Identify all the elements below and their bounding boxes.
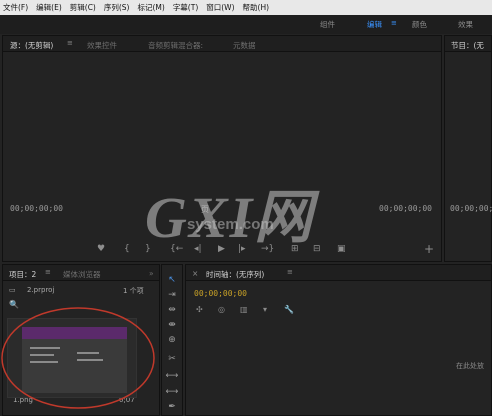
track-select-tool-icon[interactable]: ⇥: [165, 289, 179, 302]
rolling-edit-tool-icon[interactable]: ⇼: [165, 319, 179, 332]
add-marker-icon[interactable]: ▥: [240, 305, 248, 314]
project-file-name: 2.prproj: [27, 286, 55, 294]
workspace-menu-icon[interactable]: ≡: [391, 19, 397, 27]
menu-clip[interactable]: 剪辑(C): [70, 2, 96, 13]
mark-in-icon[interactable]: {: [124, 244, 130, 254]
folder-icon: ▭: [9, 286, 16, 294]
go-to-out-icon[interactable]: →}: [261, 244, 274, 254]
workspace-tab-effects[interactable]: 效果: [458, 19, 473, 30]
menu-marker[interactable]: 标记(M): [137, 2, 164, 13]
tab-media-browser[interactable]: 媒体浏览器: [63, 269, 101, 280]
timeline-panel-header: × 时间轴：(无序列) ≡: [186, 265, 491, 281]
ripple-edit-tool-icon[interactable]: ⇹: [165, 304, 179, 317]
mark-out-icon[interactable]: }: [145, 244, 151, 254]
timeline-panel: × 时间轴：(无序列) ≡ 00;00;00;00 ✣ ◎ ▥ ▾ 🔧 在此处放: [185, 264, 492, 416]
workspace-tab-assembly[interactable]: 组件: [320, 19, 335, 30]
watermark-logo: GXI网 system.com: [145, 170, 320, 250]
source-panel-menu-icon[interactable]: ≡: [67, 39, 73, 47]
program-timecode[interactable]: 00;00;00;00: [450, 204, 492, 213]
snap-icon[interactable]: ✣: [196, 305, 203, 314]
slide-tool-icon[interactable]: ⟷: [165, 386, 179, 399]
go-to-in-icon[interactable]: {←: [170, 244, 183, 254]
project-panel-menu-icon[interactable]: ≡: [45, 268, 51, 276]
wrench-icon[interactable]: 🔧: [284, 305, 294, 314]
timeline-close-icon[interactable]: ×: [192, 269, 198, 278]
source-duration: 00;00;00;00: [379, 204, 432, 213]
program-panel-header: 节目：(无: [445, 36, 491, 52]
tab-source[interactable]: 源：(无剪辑): [10, 40, 53, 51]
slip-tool-icon[interactable]: ⟷: [165, 370, 179, 383]
add-marker-icon[interactable]: ♥: [97, 244, 105, 254]
marker-icon[interactable]: ▾: [263, 305, 267, 314]
menu-title[interactable]: 字幕(T): [173, 2, 198, 13]
source-timecode[interactable]: 00;00;00;00: [10, 204, 63, 213]
menu-edit[interactable]: 编辑(E): [36, 2, 62, 13]
menu-help[interactable]: 帮助(H): [243, 2, 270, 13]
program-monitor-panel: 节目：(无 00;00;00;00: [444, 35, 492, 262]
razor-tool-icon[interactable]: ✂: [165, 353, 179, 366]
menu-file[interactable]: 文件(F): [3, 2, 28, 13]
workspace-tab-editing[interactable]: 编辑: [367, 19, 382, 30]
insert-icon[interactable]: ⊞: [291, 244, 299, 254]
step-forward-icon[interactable]: |▸: [238, 244, 246, 254]
watermark-small-text: system.com: [187, 216, 274, 233]
selection-tool-icon[interactable]: ↖: [165, 274, 179, 287]
timeline-timecode[interactable]: 00;00;00;00: [194, 289, 247, 298]
timeline-drop-hint: 在此处放: [456, 362, 484, 370]
tab-audio-clip-mixer[interactable]: 音频剪辑混合器:: [148, 40, 203, 51]
menu-window[interactable]: 窗口(W): [206, 2, 234, 13]
highlight-ellipse: [1, 307, 155, 409]
rate-stretch-tool-icon[interactable]: ⊕: [165, 334, 179, 347]
source-panel-header: 源：(无剪辑) ≡ 效果控件 音频剪辑混合器: 元数据: [3, 36, 441, 52]
tab-metadata[interactable]: 元数据: [233, 40, 256, 51]
play-icon[interactable]: ▶: [218, 244, 225, 254]
tab-timeline[interactable]: 时间轴：(无序列): [206, 269, 264, 280]
menu-sequence[interactable]: 序列(S): [104, 2, 130, 13]
workspace-tab-color[interactable]: 颜色: [412, 19, 427, 30]
linked-selection-icon[interactable]: ◎: [218, 305, 225, 314]
menu-bar: 文件(F) 编辑(E) 剪辑(C) 序列(S) 标记(M) 字幕(T) 窗口(W…: [0, 0, 492, 15]
project-panel-header: 项目：2 ≡ 媒体浏览器 »: [3, 265, 159, 281]
step-back-icon[interactable]: ◂|: [194, 244, 202, 254]
tab-effect-controls[interactable]: 效果控件: [87, 40, 117, 51]
button-editor-add-icon[interactable]: +: [424, 242, 434, 256]
pen-tool-icon[interactable]: ✒: [165, 401, 179, 414]
tab-program[interactable]: 节目：(无: [451, 40, 484, 51]
project-item-count: 1 个项: [123, 287, 144, 295]
overwrite-icon[interactable]: ⊟: [313, 244, 321, 254]
watermark-big-text: GXI网: [145, 185, 315, 250]
tab-project[interactable]: 项目：2: [9, 269, 36, 280]
export-frame-icon[interactable]: ▣: [337, 244, 346, 254]
workspace-bar: 组件 编辑 ≡ 颜色 效果: [0, 15, 492, 34]
timeline-menu-icon[interactable]: ≡: [287, 268, 293, 276]
more-panels-icon[interactable]: »: [149, 269, 154, 278]
